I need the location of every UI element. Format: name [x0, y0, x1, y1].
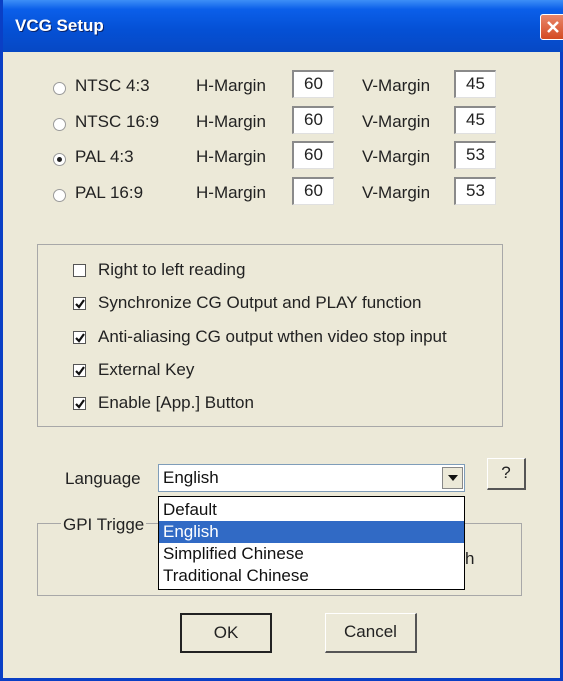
gpi-group-label: GPI Trigge	[61, 515, 147, 535]
chevron-down-icon	[448, 475, 458, 481]
check-icon	[75, 299, 85, 309]
v-margin-field[interactable]: 53	[454, 141, 496, 169]
v-margin-label: V-Margin	[362, 112, 431, 131]
v-margin-field[interactable]: 53	[454, 177, 496, 205]
language-option-traditional-chinese[interactable]: Traditional Chinese	[159, 565, 464, 587]
checkbox-enable-app-button[interactable]	[73, 397, 86, 410]
cancel-button[interactable]: Cancel	[325, 613, 417, 653]
checkbox-external-key[interactable]	[73, 364, 86, 377]
checkbox-label: Right to left reading	[98, 260, 246, 279]
check-icon	[75, 366, 85, 376]
radio-pal-16-9[interactable]	[53, 189, 66, 202]
h-margin-field[interactable]: 60	[292, 177, 334, 205]
h-margin-label: H-Margin	[196, 183, 266, 202]
v-margin-field[interactable]: 45	[454, 106, 496, 134]
h-margin-label: H-Margin	[196, 112, 266, 131]
language-option-default[interactable]: Default	[159, 499, 464, 521]
help-button[interactable]: ?	[487, 458, 526, 490]
ok-button[interactable]: OK	[180, 613, 272, 653]
vcg-setup-dialog: VCG Setup NTSC 4:3 H-Margin 60 V-Margin …	[0, 0, 563, 681]
language-option-simplified-chinese[interactable]: Simplified Chinese	[159, 543, 464, 565]
checkbox-label: Synchronize CG Output and PLAY function	[98, 293, 422, 312]
h-margin-field[interactable]: 60	[292, 106, 334, 134]
language-select[interactable]: English	[158, 464, 465, 492]
check-icon	[75, 333, 85, 343]
h-margin-label: H-Margin	[196, 147, 266, 166]
language-option-english[interactable]: English	[159, 521, 464, 543]
window-title: VCG Setup	[15, 16, 104, 35]
radio-label: NTSC 16:9	[75, 112, 160, 131]
checkbox-label: Anti-aliasing CG output wthen video stop…	[98, 327, 447, 346]
close-button[interactable]	[540, 14, 563, 40]
language-selected-value: English	[163, 468, 219, 487]
checkbox-label: Enable [App.] Button	[98, 393, 254, 412]
radio-ntsc-4-3[interactable]	[53, 82, 66, 95]
gpi-partial-text: h	[465, 549, 475, 568]
v-margin-label: V-Margin	[362, 147, 431, 166]
radio-ntsc-16-9[interactable]	[53, 118, 66, 131]
checkbox-sync-cg-play[interactable]	[73, 297, 86, 310]
language-label: Language	[65, 469, 141, 488]
radio-label: PAL 4:3	[75, 147, 134, 166]
v-margin-field[interactable]: 45	[454, 70, 496, 98]
radio-label: NTSC 4:3	[75, 76, 150, 95]
radio-label: PAL 16:9	[75, 183, 144, 202]
h-margin-label: H-Margin	[196, 76, 266, 95]
language-dropdown-list: Default English Simplified Chinese Tradi…	[158, 496, 465, 590]
h-margin-field[interactable]: 60	[292, 70, 334, 98]
title-bar[interactable]: VCG Setup	[3, 0, 563, 52]
checkbox-right-to-left[interactable]	[73, 264, 86, 277]
h-margin-field[interactable]: 60	[292, 141, 334, 169]
checkbox-anti-aliasing[interactable]	[73, 331, 86, 344]
dropdown-arrow-button[interactable]	[442, 467, 463, 489]
v-margin-label: V-Margin	[362, 183, 431, 202]
check-icon	[75, 399, 85, 409]
v-margin-label: V-Margin	[362, 76, 431, 95]
radio-pal-4-3[interactable]	[53, 153, 66, 166]
close-icon	[547, 21, 559, 33]
checkbox-label: External Key	[98, 360, 195, 379]
